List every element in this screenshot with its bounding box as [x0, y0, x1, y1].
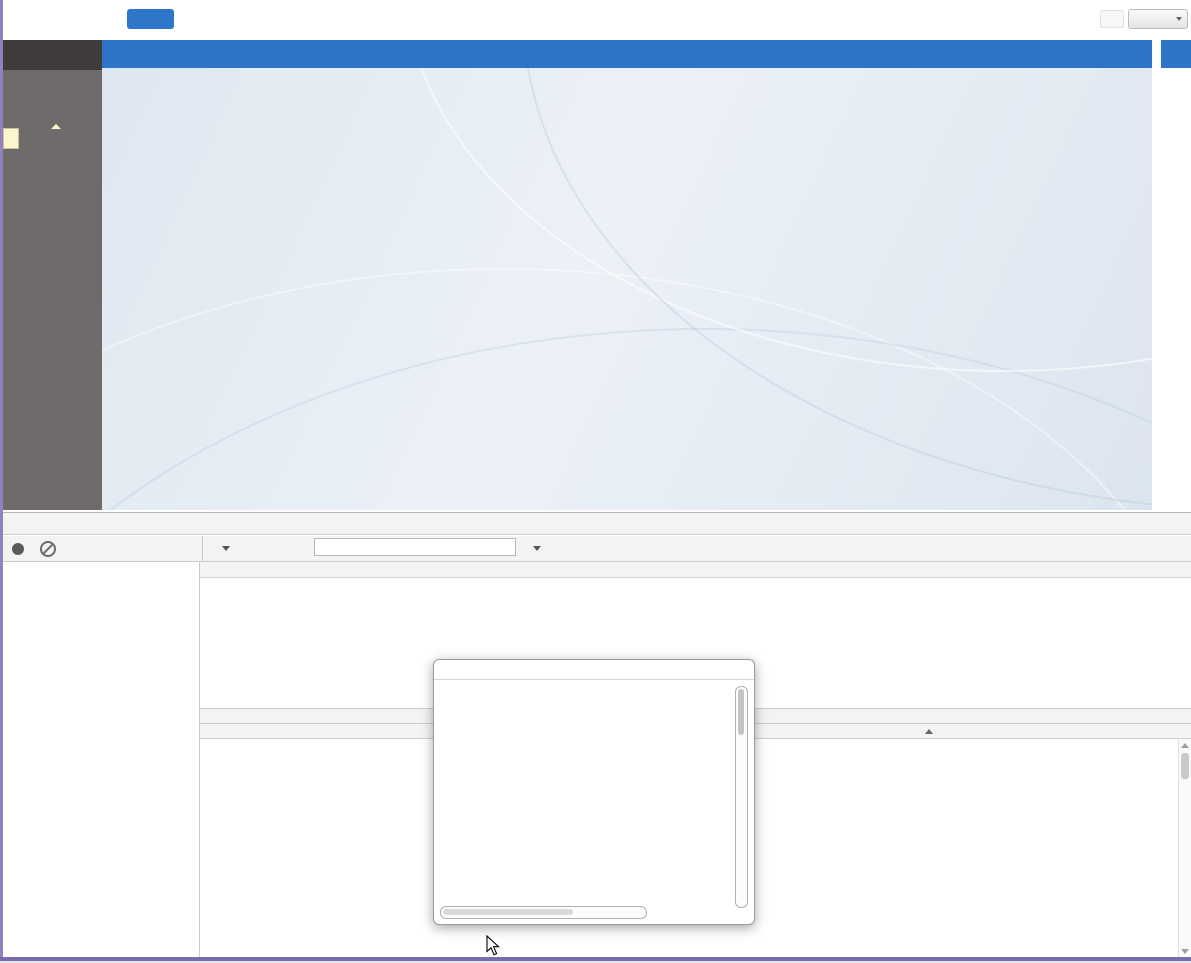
popup-title	[434, 660, 754, 680]
devtools-tab-bar	[3, 513, 1191, 535]
start-tab[interactable]	[127, 9, 174, 29]
welcome-panel	[102, 68, 1152, 510]
screen	[0, 0, 1191, 963]
view-select[interactable]	[215, 541, 230, 557]
window-left-border	[0, 0, 3, 957]
scrollbar-thumb[interactable]	[738, 689, 744, 735]
popup-horizontal-scrollbar[interactable]	[440, 906, 647, 919]
record-button[interactable]	[12, 543, 24, 555]
inspect-tooltip	[3, 128, 19, 149]
scroll-down-icon[interactable]	[1181, 949, 1189, 954]
profiles-sidebar	[3, 562, 200, 958]
retainers-scrollbar[interactable]	[1178, 739, 1191, 958]
scrollbar-thumb[interactable]	[443, 909, 573, 915]
rail-header-bar	[1161, 40, 1191, 68]
chevron-down-icon	[222, 546, 230, 551]
chevron-down-icon	[1176, 17, 1182, 21]
tooltip-notch	[51, 124, 61, 129]
scrollbar-thumb[interactable]	[1181, 753, 1189, 779]
profiler-toolbar	[3, 536, 1191, 562]
app-header-bar	[102, 40, 1152, 68]
scroll-up-icon[interactable]	[1181, 743, 1189, 748]
sidebar-header	[3, 40, 102, 70]
class-filter-input[interactable]	[314, 538, 516, 556]
app-top-bar	[3, 0, 1191, 37]
popup-vertical-scrollbar[interactable]	[735, 686, 748, 908]
user-menu-button[interactable]	[1128, 9, 1188, 29]
toolbar-divider	[202, 536, 203, 561]
publication-rail	[1161, 68, 1191, 510]
sort-asc-icon	[925, 729, 933, 734]
chevron-down-icon	[533, 546, 541, 551]
clear-button[interactable]	[40, 541, 56, 557]
object-preview-popup	[433, 659, 755, 925]
snapshot-select[interactable]	[526, 541, 541, 557]
notification-badge[interactable]	[1100, 10, 1124, 28]
